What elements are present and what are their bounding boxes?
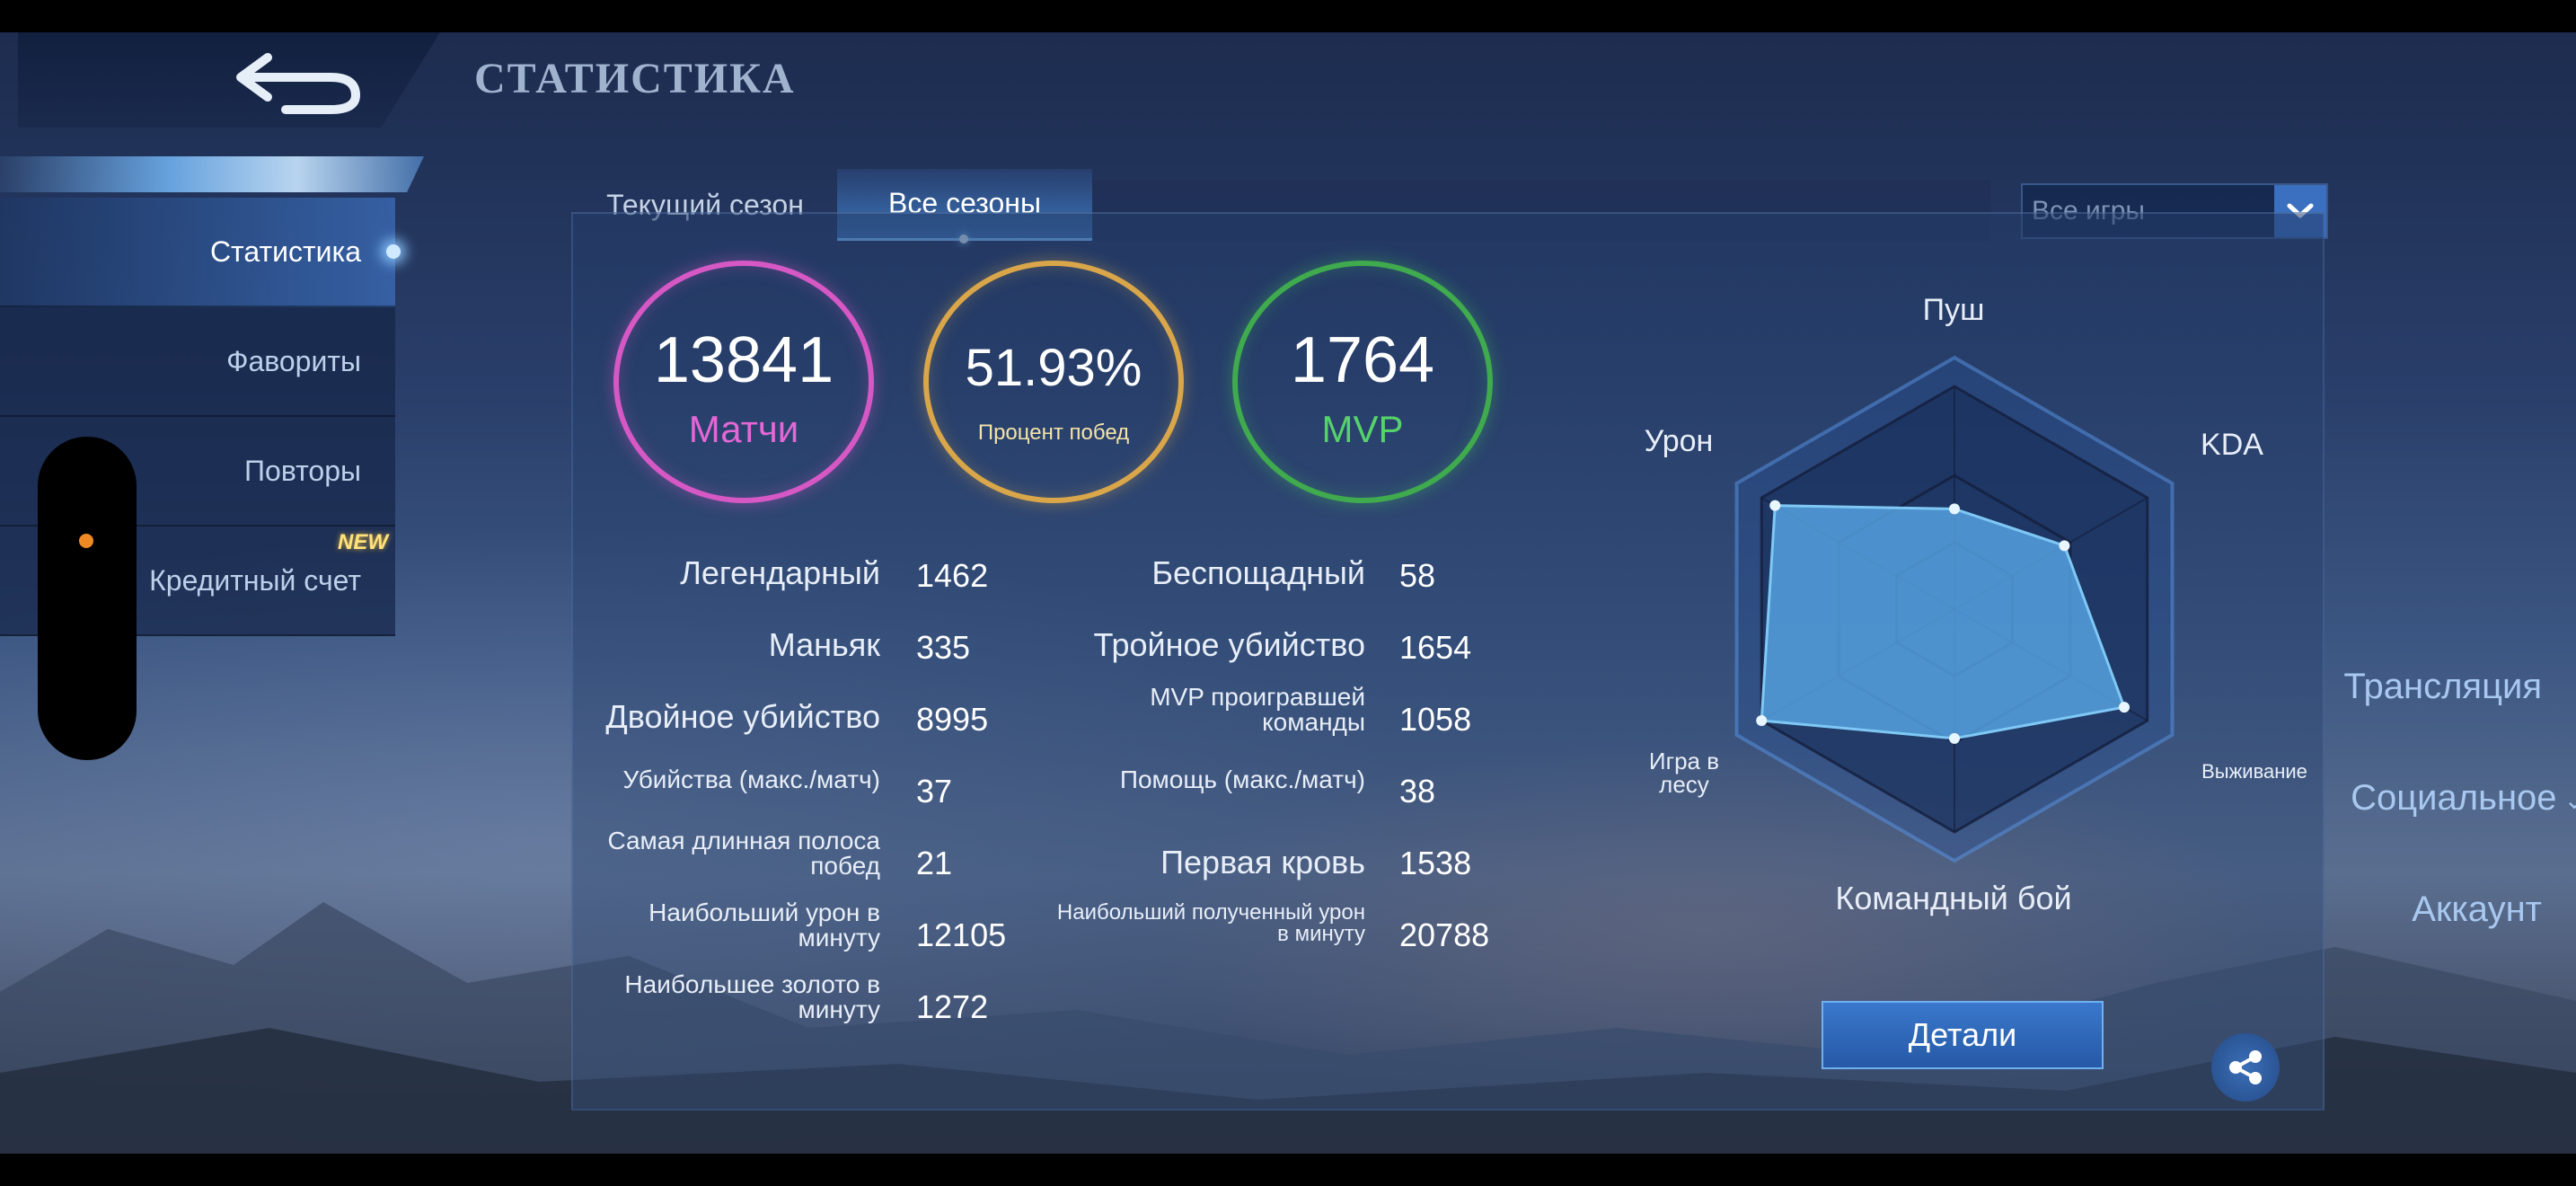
back-panel [18, 32, 440, 128]
stat-value: 1654 [1399, 629, 1472, 666]
stat-label: Наибольший полученный урон в минуту [1056, 900, 1365, 946]
stat-value: 38 [1399, 773, 1436, 810]
radar-data-point [1756, 715, 1768, 726]
stat-label: MVP проигравшей команды [1150, 683, 1365, 736]
stat-label: Убийства (макс./матч) [622, 766, 880, 793]
stat-label: Тройное убийство [1093, 626, 1365, 663]
stat-value: 58 [1399, 557, 1436, 594]
stat-label: Двойное убийство [605, 698, 880, 735]
mvp-ring: 1764 MVP [1232, 261, 1493, 503]
share-button[interactable] [2211, 1033, 2280, 1102]
radar-data-point [1949, 732, 1960, 744]
back-arrow-icon [236, 53, 361, 114]
radar-data-point [2119, 702, 2130, 713]
stat-value: 1272 [916, 988, 989, 1025]
stat-label: Наибольший урон в минуту [648, 898, 880, 951]
radar-label-kda: KDA [2201, 428, 2263, 462]
details-button-label: Детали [1908, 1016, 2017, 1053]
notification-dot [79, 534, 93, 548]
sidebar-item-label: Фавориты [226, 344, 361, 377]
matches-value: 13841 [653, 324, 834, 396]
back-button[interactable] [232, 45, 366, 117]
winrate-label: Процент побед [977, 420, 1130, 445]
new-badge: NEW [338, 530, 388, 554]
radar-label-survival: Выживание [2201, 760, 2307, 783]
details-button[interactable]: Детали [1822, 1001, 2104, 1069]
matches-ring: 13841 Матчи [613, 261, 874, 503]
stat-value: 21 [916, 845, 953, 881]
sidebar-item-label: Статистика [209, 235, 361, 268]
radar-data-point [1769, 500, 1781, 511]
chevron-down-icon: ⌄ [2563, 785, 2576, 814]
sidebar-item-label: Кредитный счет [149, 563, 361, 597]
stat-label: Наибольшее золото в минуту [624, 970, 880, 1023]
sidebar-item-favorites[interactable]: Фавориты [0, 307, 395, 417]
performance-radar-chart [1734, 355, 2175, 863]
winrate-ring: 51.93% Процент побед [923, 261, 1184, 503]
stat-value: 1538 [1399, 845, 1472, 881]
sidebar-decoration [0, 156, 424, 192]
stat-label: Первая кровь [1160, 844, 1365, 881]
stat-value: 20788 [1399, 916, 1490, 953]
stat-label: Беспощадный [1151, 554, 1365, 591]
radar-data-point [1949, 503, 1960, 515]
stat-label: Помощь (макс./матч) [1119, 766, 1365, 793]
page-title: СТАТИСТИКА [474, 55, 796, 102]
radar-label-teamfight: Командный бой [1835, 880, 2072, 916]
radar-data-point [2059, 540, 2070, 552]
floating-assist-pill[interactable] [38, 437, 137, 760]
stat-value: 8995 [916, 701, 989, 738]
stat-value: 12105 [916, 916, 1007, 953]
matches-label: Матчи [688, 408, 799, 450]
radar-label-damage: Урон [1644, 424, 1714, 458]
radar-label-push: Пуш [1922, 293, 1985, 327]
stat-label: Легендарный [680, 554, 880, 591]
stat-value: 1462 [916, 557, 989, 594]
stat-label: Маньяк [768, 626, 880, 663]
mvp-label: MVP [1321, 408, 1404, 450]
stat-value: 1058 [1399, 701, 1472, 738]
winrate-value: 51.93% [965, 339, 1142, 397]
game-screen: СТАТИСТИКА Статистика Фавориты Повторы N… [0, 32, 2576, 1154]
mvp-value: 1764 [1290, 324, 1435, 396]
sidebar-item-statistics[interactable]: Статистика [0, 198, 401, 307]
share-icon [2229, 1050, 2262, 1084]
sidebar-item-label: Повторы [244, 454, 361, 487]
stat-label: Самая длинная полоса побед [607, 827, 880, 880]
stat-value: 335 [916, 629, 971, 666]
radar-label-jungle: Игра в лесу [1648, 748, 1720, 798]
stat-value: 37 [916, 773, 953, 810]
